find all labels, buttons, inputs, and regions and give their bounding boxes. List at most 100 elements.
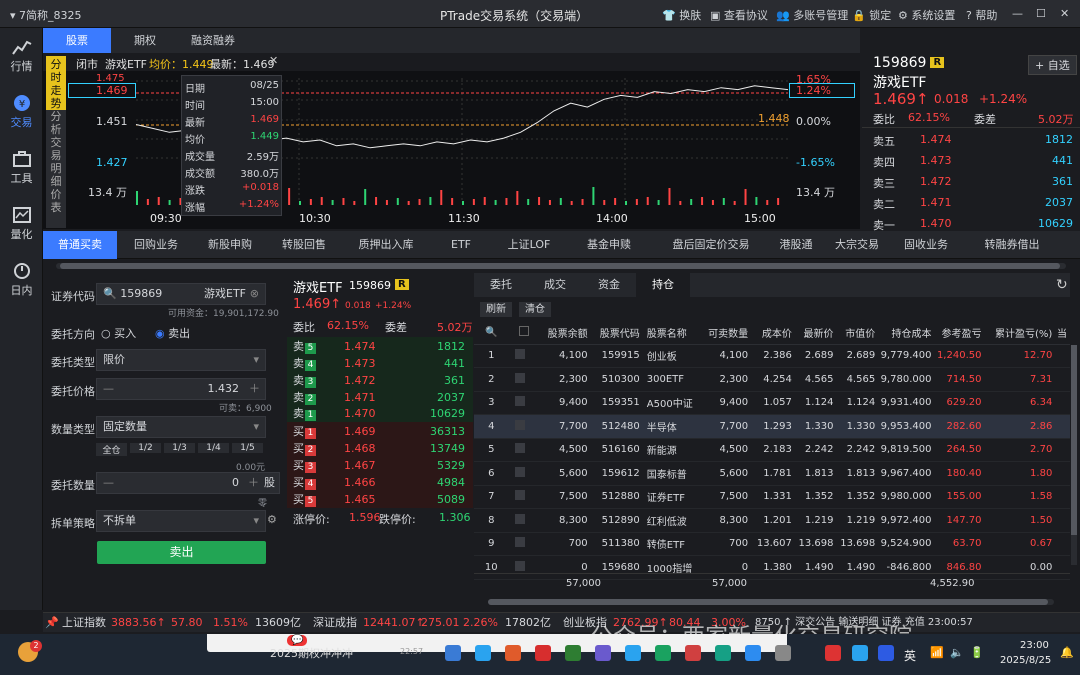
- tab-etf[interactable]: ETF: [431, 231, 491, 259]
- side-tab-intraday[interactable]: 分时走势: [46, 56, 66, 110]
- book-bid-row[interactable]: 买 2 1.468 13749: [289, 440, 469, 457]
- ime-indicator[interactable]: 英: [904, 647, 916, 664]
- col-header[interactable]: 最新价: [794, 321, 837, 345]
- col-header[interactable]: 累计盈亏(%): [984, 321, 1056, 345]
- clear-all-button[interactable]: 清仓: [519, 302, 551, 317]
- ask-row[interactable]: 卖三 1.472 361: [873, 175, 1073, 196]
- submit-sell-button[interactable]: 卖出: [97, 541, 266, 564]
- security-code-input[interactable]: 🔍 159869 游戏ETF ⊗: [96, 283, 266, 305]
- gear-icon[interactable]: ⚙: [267, 513, 277, 526]
- price-stepper[interactable]: —1.432 ＋: [96, 378, 266, 400]
- table-row[interactable]: 4 7,700 512480 半导体 7,700 1.293 1.330 1.330 9,953…: [474, 414, 1070, 439]
- app-icon[interactable]: [445, 645, 461, 661]
- col-header[interactable]: 当: [1055, 321, 1070, 345]
- ask-row[interactable]: 卖五 1.474 1812: [873, 133, 1073, 154]
- clear-icon[interactable]: ⊗: [250, 284, 259, 304]
- tab-block[interactable]: 大宗交易: [821, 231, 893, 259]
- table-row[interactable]: 9 700 511380 转债ETF 700 13.607 13.698 13.698 9,52…: [474, 532, 1070, 556]
- app-icon[interactable]: [565, 645, 581, 661]
- row-checkbox[interactable]: [511, 461, 533, 486]
- buy-radio[interactable]: ○ 买入: [101, 325, 136, 341]
- order-type-select[interactable]: 限价 ▾: [96, 349, 266, 371]
- row-checkbox[interactable]: [511, 485, 533, 509]
- col-header[interactable]: 股票名称: [642, 321, 697, 345]
- nav-item-trade[interactable]: ¥ 交易: [0, 88, 43, 140]
- tab-orders[interactable]: 委托: [474, 273, 528, 297]
- tray-icon[interactable]: [852, 645, 868, 661]
- book-bid-row[interactable]: 买 4 1.466 4984: [289, 474, 469, 491]
- add-watchlist-button[interactable]: + 自选: [1028, 55, 1077, 75]
- tab-ipo[interactable]: 新股申购: [193, 231, 267, 259]
- plus-icon[interactable]: ＋: [249, 379, 260, 399]
- frac-half-button[interactable]: 1/2: [130, 443, 161, 453]
- plus-icon[interactable]: ＋: [248, 473, 259, 493]
- tab-pledge[interactable]: 质押出入库: [341, 231, 431, 259]
- minus-icon[interactable]: —: [103, 382, 114, 395]
- table-v-scrollbar[interactable]: [1071, 345, 1077, 565]
- refresh-button[interactable]: 刷新: [480, 302, 512, 317]
- pin-icon[interactable]: 📌: [45, 613, 59, 632]
- search-icon[interactable]: 🔍: [474, 321, 512, 345]
- side-tab-analysis[interactable]: 分析: [46, 110, 66, 136]
- row-checkbox[interactable]: [511, 508, 533, 533]
- table-row[interactable]: 6 5,600 159612 国泰标普 5,600 1.781 1.813 1.813 9,96…: [474, 461, 1070, 486]
- tab-lof[interactable]: 上证LOF: [491, 231, 567, 259]
- close-icon[interactable]: ✕: [269, 54, 278, 67]
- table-row[interactable]: 7 7,500 512880 证券ETF 7,500 1.331 1.352 1.352 9,9…: [474, 485, 1070, 509]
- app-icon[interactable]: [505, 645, 521, 661]
- col-header[interactable]: 持仓成本: [878, 321, 935, 345]
- help-button[interactable]: ? 帮助: [966, 7, 997, 23]
- tray-icon[interactable]: [825, 645, 841, 661]
- book-bid-row[interactable]: 买 3 1.467 5329: [289, 457, 469, 474]
- tab-stock[interactable]: 股票: [43, 28, 111, 53]
- app-icon[interactable]: [655, 645, 671, 661]
- nav-item-intraday[interactable]: 日内: [0, 256, 43, 308]
- table-row[interactable]: 2 2,300 510300 300ETF 2,300 4.254 4.565 4.565 9,…: [474, 367, 1070, 392]
- table-row[interactable]: 8 8,300 512890 红利低波 8,300 1.201 1.219 1.219 9,97…: [474, 508, 1070, 533]
- table-row[interactable]: 1 4,100 159915 创业板 4,100 2.386 2.689 2.689 9,779…: [474, 344, 1070, 368]
- col-header[interactable]: 市值价: [836, 321, 879, 345]
- maximize-icon[interactable]: ☐: [1036, 7, 1046, 20]
- tab-convert[interactable]: 转股回售: [267, 231, 341, 259]
- tray-icon[interactable]: [878, 645, 894, 661]
- col-header[interactable]: 股票余额: [532, 321, 591, 345]
- frac-fifth-button[interactable]: 1/5: [232, 443, 263, 453]
- multi-account-button[interactable]: 👥 多账号管理: [776, 7, 848, 23]
- tab-positions[interactable]: 持仓: [636, 273, 690, 297]
- row-checkbox[interactable]: [511, 532, 533, 556]
- tab-repo[interactable]: 回购业务: [119, 231, 193, 259]
- row-checkbox[interactable]: [511, 438, 533, 462]
- row-checkbox[interactable]: [511, 414, 533, 439]
- table-h-scrollbar[interactable]: [488, 599, 1054, 605]
- app-icon[interactable]: [685, 645, 701, 661]
- frac-third-button[interactable]: 1/3: [164, 443, 195, 453]
- app-icon[interactable]: [595, 645, 611, 661]
- tab-options[interactable]: 期权: [111, 28, 179, 53]
- volume-icon[interactable]: 🔈: [950, 646, 964, 659]
- protocol-button[interactable]: ▣ 查看协议: [710, 7, 768, 23]
- tab-funds[interactable]: 资金: [582, 273, 636, 297]
- app-icon[interactable]: [775, 645, 791, 661]
- settings-button[interactable]: ⚙ 系统设置: [898, 7, 955, 23]
- app-icon[interactable]: [535, 645, 551, 661]
- app-icon[interactable]: [475, 645, 491, 661]
- tab-fund[interactable]: 基金申赎: [567, 231, 651, 259]
- skin-button[interactable]: 👕 换肤: [662, 7, 701, 23]
- app-icon[interactable]: [745, 645, 761, 661]
- book-ask-row[interactable]: 卖 2 1.471 2037: [289, 389, 469, 406]
- battery-icon[interactable]: 🔋: [970, 646, 984, 659]
- book-bid-row[interactable]: 买 1 1.469 36313: [289, 423, 469, 440]
- index-name[interactable]: 上证指数: [62, 613, 106, 632]
- table-row[interactable]: 5 4,500 516160 新能源 4,500 2.183 2.242 2.242 9,819…: [474, 438, 1070, 462]
- select-all-checkbox[interactable]: [511, 321, 533, 345]
- tab-hk-connect[interactable]: 港股通: [771, 231, 821, 259]
- qty-type-select[interactable]: 固定数量 ▾: [96, 416, 266, 438]
- frac-all-button[interactable]: 全仓: [96, 443, 127, 456]
- account-selector[interactable]: ▾ 7简称_8325: [10, 7, 82, 23]
- ask-row[interactable]: 卖四 1.473 441: [873, 154, 1073, 175]
- app-icon[interactable]: [715, 645, 731, 661]
- nav-item-tools[interactable]: 工具: [0, 144, 43, 196]
- quantity-stepper[interactable]: —0 ＋股: [96, 472, 280, 494]
- book-ask-row[interactable]: 卖 4 1.473 441: [289, 355, 469, 372]
- col-header[interactable]: 参考盈亏: [934, 321, 985, 345]
